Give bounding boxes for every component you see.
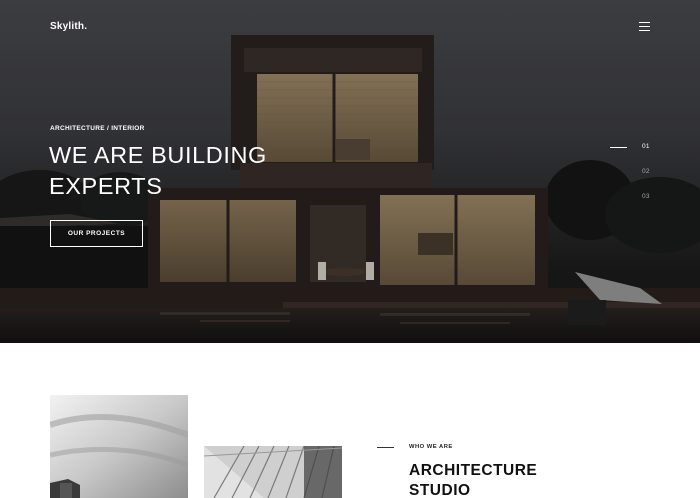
menu-bar	[639, 22, 650, 23]
about-title-line2: STUDIO	[409, 482, 471, 498]
hero-headline: WE ARE BUILDING EXPERTS	[49, 140, 267, 202]
about-photo-building	[50, 395, 188, 498]
site-logo[interactable]: Skylith.	[50, 21, 87, 32]
menu-bar	[639, 30, 650, 31]
active-slide-indicator	[610, 147, 627, 148]
about-photo-glass-facade	[204, 446, 342, 498]
our-projects-button[interactable]: OUR PROJECTS	[50, 220, 143, 247]
hamburger-menu-icon[interactable]	[639, 21, 651, 32]
hero-headline-line2: EXPERTS	[49, 173, 163, 199]
hero-section: Skylith. ARCHITECTURE / INTERIOR WE ARE …	[0, 0, 700, 343]
slide-01[interactable]: 01	[642, 143, 650, 150]
slide-03[interactable]: 03	[642, 193, 650, 200]
about-title-line1: ARCHITECTURE	[409, 462, 538, 479]
hero-eyebrow: ARCHITECTURE / INTERIOR	[50, 125, 145, 132]
menu-bar	[639, 26, 650, 27]
section-divider	[377, 447, 394, 448]
about-title: ARCHITECTURE STUDIO	[409, 461, 537, 498]
slide-02[interactable]: 02	[642, 168, 650, 175]
slide-pagination: 01 02 03	[610, 141, 660, 211]
hero-headline-line1: WE ARE BUILDING	[49, 142, 267, 168]
about-eyebrow: WHO WE ARE	[409, 444, 453, 450]
